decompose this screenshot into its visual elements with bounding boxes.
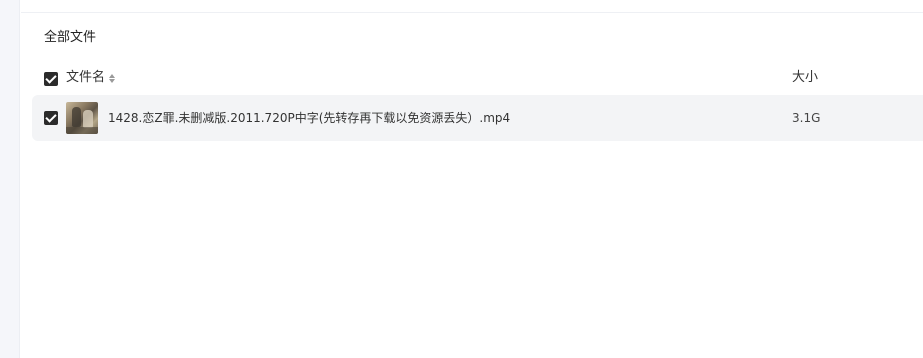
top-divider bbox=[21, 12, 923, 13]
column-header-name-label: 文件名 bbox=[66, 70, 106, 85]
table-row[interactable]: 1428.恋Z罪.未删减版.2011.720P中字(先转存再下载以免资源丢失）.… bbox=[32, 95, 923, 141]
column-header-size[interactable]: 大小 bbox=[792, 69, 818, 87]
file-size: 3.1G bbox=[792, 111, 821, 125]
left-sidebar-rail bbox=[0, 0, 20, 358]
select-all-checkbox[interactable] bbox=[44, 72, 58, 86]
table-header-row: 文件名 大小 bbox=[32, 64, 923, 92]
sort-icon[interactable] bbox=[109, 73, 116, 83]
file-browser-page: 全部文件 文件名 大小 1428.恋Z罪.未删减版.2011.720P中字(先转… bbox=[0, 0, 923, 358]
column-header-name[interactable]: 文件名 bbox=[66, 69, 116, 87]
video-thumbnail[interactable] bbox=[66, 102, 98, 134]
row-checkbox[interactable] bbox=[44, 111, 58, 125]
file-name[interactable]: 1428.恋Z罪.未删减版.2011.720P中字(先转存再下载以免资源丢失）.… bbox=[108, 109, 510, 127]
breadcrumb[interactable]: 全部文件 bbox=[44, 29, 96, 47]
